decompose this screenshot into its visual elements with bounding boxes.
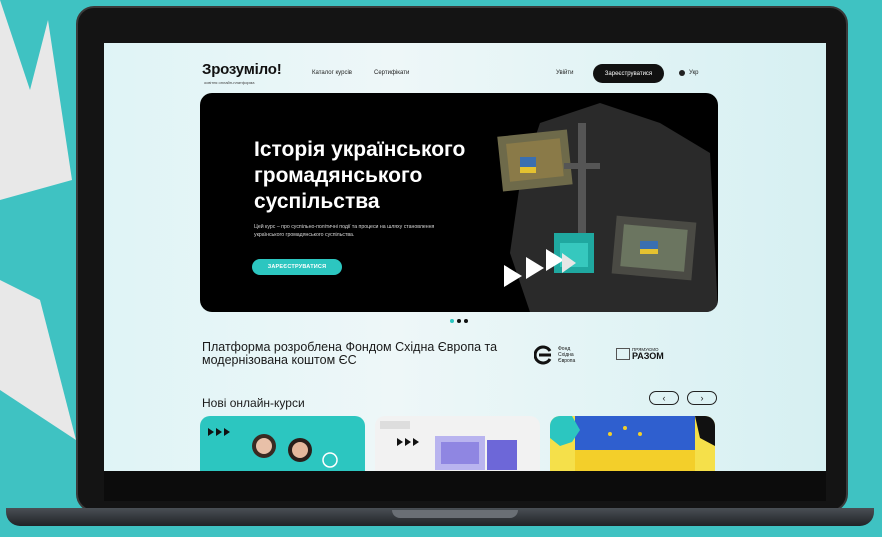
- carousel-dots: [450, 319, 468, 323]
- laptop-notch: [392, 510, 518, 518]
- hero-description: Цей курс – про суспільно-політичні події…: [254, 224, 435, 238]
- site-logo[interactable]: Зрозуміло!: [202, 61, 282, 78]
- chevron-right-icon: ›: [700, 393, 704, 403]
- hero-collage-image: [490, 93, 718, 312]
- hero-register-button[interactable]: ЗАРЕЄСТРУВАТИСЯ: [252, 259, 342, 275]
- foundation-name-line: Європа: [558, 358, 576, 364]
- partner-statement: Платформа розроблена Фондом Східна Європ…: [202, 340, 498, 367]
- course-card[interactable]: [550, 416, 715, 471]
- foundation-name: Фонд Східна Європа: [558, 346, 575, 364]
- language-selector[interactable]: Укр: [679, 70, 699, 76]
- courses-section-title: Нові онлайн-курси: [202, 396, 305, 410]
- screen-bezel-bottom: [104, 471, 826, 501]
- courses-next-button[interactable]: ›: [687, 391, 717, 405]
- course-card[interactable]: [200, 416, 365, 471]
- course-card-image: [208, 428, 338, 468]
- login-link[interactable]: Увійти: [556, 70, 573, 76]
- hero-title-line: суспільства: [254, 190, 380, 213]
- site-logo-subtitle: освітня онлайн-платформа: [204, 80, 255, 85]
- course-card[interactable]: [375, 416, 540, 471]
- nav-link-certificates[interactable]: Сертифікати: [374, 70, 409, 76]
- eu-flag-icon: [616, 348, 630, 360]
- top-navigation: Зрозуміло! освітня онлайн-платформа Ката…: [104, 43, 826, 89]
- razom-text: ПРЯМУЄМО РАЗОМ: [632, 347, 664, 361]
- carousel-dot[interactable]: [457, 319, 461, 323]
- language-label: Укр: [689, 70, 699, 76]
- carousel-dot[interactable]: [464, 319, 468, 323]
- courses-prev-button[interactable]: ‹: [649, 391, 679, 405]
- hero-title: Історія українського громадянського сусп…: [254, 137, 504, 215]
- razom-big-label: РАЗОМ: [632, 351, 664, 361]
- razom-logo[interactable]: ПРЯМУЄМО РАЗОМ: [616, 347, 664, 361]
- chevron-left-icon: ‹: [662, 393, 666, 403]
- browser-viewport: Зрозуміло! освітня онлайн-платформа Ката…: [104, 43, 826, 471]
- hero-title-line: громадянського: [254, 164, 423, 187]
- register-button[interactable]: Зареєструватися: [593, 64, 664, 83]
- course-card-image: [550, 416, 715, 471]
- carousel-dot[interactable]: [450, 319, 454, 323]
- foundation-e-icon: [534, 345, 552, 365]
- globe-icon: [679, 70, 685, 76]
- course-card-image: [380, 421, 517, 470]
- nav-link-catalog[interactable]: Каталог курсів: [312, 70, 352, 76]
- east-europe-foundation-logo[interactable]: Фонд Східна Європа: [534, 345, 575, 365]
- hero-banner[interactable]: Історія українського громадянського сусп…: [200, 93, 718, 312]
- hero-title-line: Історія українського: [254, 138, 466, 161]
